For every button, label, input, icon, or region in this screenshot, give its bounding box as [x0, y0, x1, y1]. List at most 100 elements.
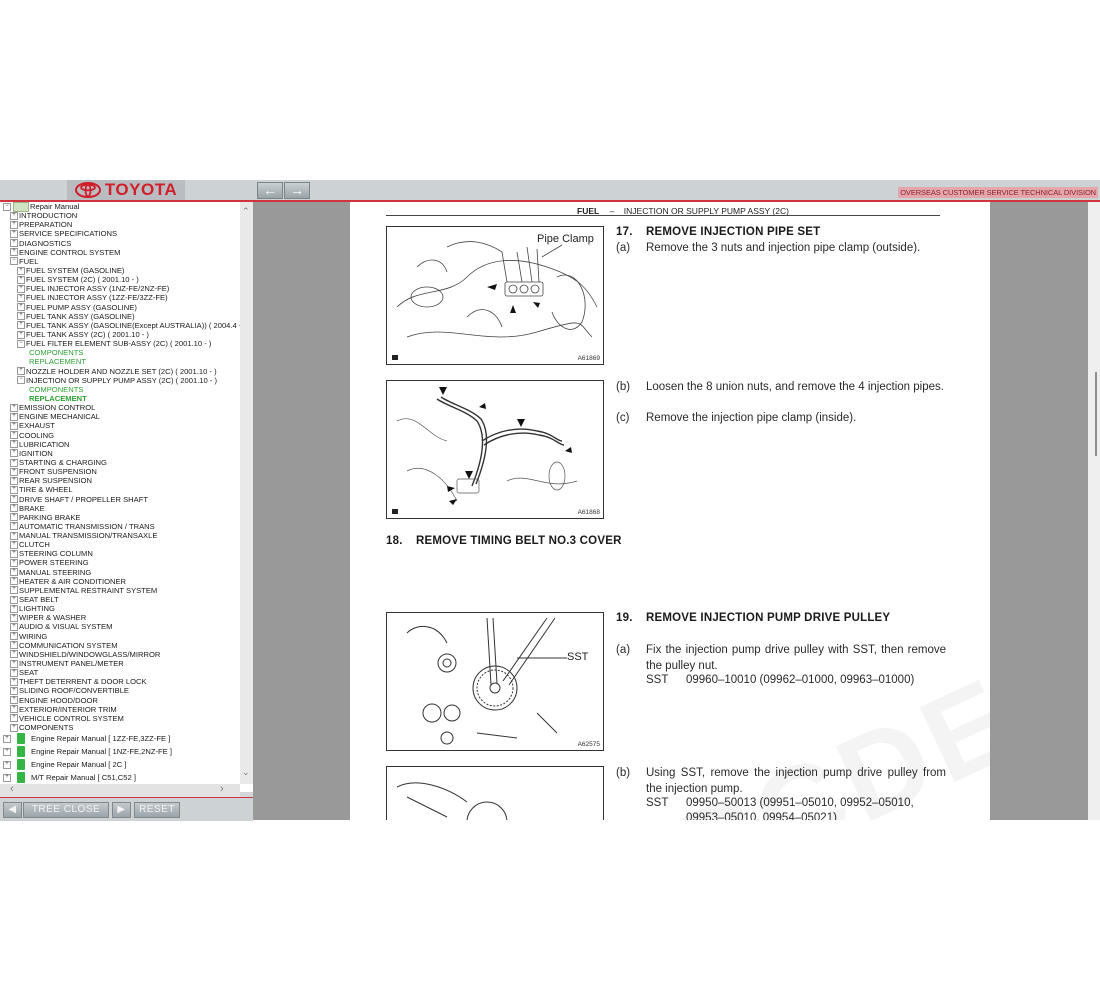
- tree-item[interactable]: + FUEL TANK ASSY (2C) ( 2001.10 - ): [0, 330, 240, 339]
- expand-icon[interactable]: +: [10, 559, 18, 568]
- manual-item[interactable]: + Engine Repair Manual [ 2C ]: [0, 758, 240, 771]
- expand-icon[interactable]: +: [10, 549, 18, 558]
- expand-icon[interactable]: +: [10, 705, 18, 714]
- expand-icon[interactable]: +: [17, 293, 25, 302]
- tree-item[interactable]: + LUBRICATION: [0, 440, 240, 449]
- tree-root[interactable]: − Repair Manual: [0, 202, 240, 212]
- tree-item[interactable]: + FUEL SYSTEM (2C) ( 2001.10 - ): [0, 275, 240, 284]
- tree-item[interactable]: + BRAKE: [0, 504, 240, 513]
- expand-icon[interactable]: +: [10, 513, 18, 522]
- collapse-icon[interactable]: −: [3, 202, 11, 211]
- tree-item[interactable]: + REAR SUSPENSION: [0, 476, 240, 485]
- expand-icon[interactable]: +: [17, 284, 25, 293]
- prev-button[interactable]: ◀: [3, 802, 22, 818]
- collapse-icon[interactable]: −: [17, 376, 25, 385]
- expand-icon[interactable]: +: [10, 531, 18, 540]
- expand-icon[interactable]: +: [10, 248, 18, 257]
- tree-item[interactable]: + DIAGNOSTICS: [0, 239, 240, 248]
- tree-item[interactable]: + ENGINE MECHANICAL: [0, 412, 240, 421]
- tree-item[interactable]: + WINDSHIELD/WINDOWGLASS/MIRROR: [0, 650, 240, 659]
- expand-icon[interactable]: +: [10, 229, 18, 238]
- expand-icon[interactable]: +: [10, 577, 18, 586]
- expand-icon[interactable]: +: [3, 734, 11, 743]
- tree-item[interactable]: + FRONT SUSPENSION: [0, 467, 240, 476]
- back-button[interactable]: ←: [257, 182, 283, 199]
- tree-item[interactable]: + MANUAL STEERING: [0, 568, 240, 577]
- expand-icon[interactable]: +: [10, 696, 18, 705]
- tree-item[interactable]: + FUEL INJECTOR ASSY (1ZZ-FE/3ZZ-FE): [0, 293, 240, 302]
- expand-icon[interactable]: +: [10, 650, 18, 659]
- tree-item[interactable]: + POWER STEERING: [0, 558, 240, 567]
- collapse-icon[interactable]: −: [10, 257, 18, 266]
- expand-icon[interactable]: +: [10, 659, 18, 668]
- expand-icon[interactable]: +: [3, 760, 11, 769]
- expand-icon[interactable]: +: [10, 595, 18, 604]
- tree-item[interactable]: + INSTRUMENT PANEL/METER: [0, 659, 240, 668]
- expand-icon[interactable]: +: [10, 613, 18, 622]
- tree-item[interactable]: + COMMUNICATION SYSTEM: [0, 641, 240, 650]
- tree-item[interactable]: + INTRODUCTION: [0, 211, 240, 220]
- tree-item[interactable]: + ENGINE HOOD/DOOR: [0, 696, 240, 705]
- tree-item[interactable]: + EXHAUST: [0, 421, 240, 430]
- tree-item[interactable]: − FUEL FILTER ELEMENT SUB-ASSY (2C) ( 200…: [0, 339, 240, 348]
- expand-icon[interactable]: +: [10, 687, 18, 696]
- tree-item[interactable]: + FUEL PUMP ASSY (GASOLINE): [0, 303, 240, 312]
- tree-item[interactable]: + PARKING BRAKE: [0, 513, 240, 522]
- expand-icon[interactable]: +: [10, 495, 18, 504]
- tree-item[interactable]: + EMISSION CONTROL: [0, 403, 240, 412]
- expand-icon[interactable]: +: [17, 275, 25, 284]
- tree-horizontal-scrollbar[interactable]: ‹ ›: [0, 783, 240, 797]
- expand-icon[interactable]: +: [17, 367, 25, 376]
- expand-icon[interactable]: +: [10, 668, 18, 677]
- page-scrollbar-thumb[interactable]: [1095, 372, 1097, 456]
- manual-item[interactable]: + M/T Repair Manual [ C51,C52 ]: [0, 771, 240, 784]
- tree-item[interactable]: + EXTERIOR/INTERIOR TRIM: [0, 705, 240, 714]
- expand-icon[interactable]: +: [17, 312, 25, 321]
- tree-item[interactable]: + IGNITION: [0, 449, 240, 458]
- forward-button[interactable]: →: [284, 182, 310, 199]
- tree-leaf-link[interactable]: COMPONENTS: [0, 348, 240, 357]
- scroll-left-icon[interactable]: ‹: [10, 783, 14, 795]
- tree-item[interactable]: + LIGHTING: [0, 604, 240, 613]
- expand-icon[interactable]: +: [10, 677, 18, 686]
- tree-item[interactable]: + MANUAL TRANSMISSION/TRANSAXLE: [0, 531, 240, 540]
- expand-icon[interactable]: +: [10, 540, 18, 549]
- expand-icon[interactable]: +: [10, 476, 18, 485]
- reset-button[interactable]: RESET: [134, 802, 180, 818]
- expand-icon[interactable]: +: [10, 504, 18, 513]
- expand-icon[interactable]: +: [17, 321, 25, 330]
- expand-icon[interactable]: +: [10, 239, 18, 248]
- tree-item[interactable]: + FUEL INJECTOR ASSY (1NZ-FE/2NZ-FE): [0, 284, 240, 293]
- tree-vertical-scrollbar[interactable]: ⌃ ⌄: [240, 202, 253, 784]
- tree-item[interactable]: + FUEL TANK ASSY (GASOLINE): [0, 312, 240, 321]
- tree-item[interactable]: + AUTOMATIC TRANSMISSION / TRANS: [0, 522, 240, 531]
- expand-icon[interactable]: +: [10, 467, 18, 476]
- expand-icon[interactable]: +: [10, 431, 18, 440]
- expand-icon[interactable]: +: [10, 458, 18, 467]
- expand-icon[interactable]: +: [10, 604, 18, 613]
- expand-icon[interactable]: +: [10, 522, 18, 531]
- tree-item[interactable]: + SLIDING ROOF/CONVERTIBLE: [0, 686, 240, 695]
- collapse-icon[interactable]: −: [17, 339, 25, 348]
- expand-icon[interactable]: +: [10, 211, 18, 220]
- tree-item[interactable]: − FUEL: [0, 257, 240, 266]
- tree-item[interactable]: + SEAT: [0, 668, 240, 677]
- expand-icon[interactable]: +: [3, 773, 11, 782]
- tree-item[interactable]: + SERVICE SPECIFICATIONS: [0, 229, 240, 238]
- expand-icon[interactable]: +: [17, 303, 25, 312]
- expand-icon[interactable]: +: [10, 421, 18, 430]
- expand-icon[interactable]: +: [10, 412, 18, 421]
- scroll-right-icon[interactable]: ›: [220, 783, 224, 795]
- manual-item[interactable]: + Engine Repair Manual [ 1ZZ-FE,3ZZ-FE ]: [0, 732, 240, 745]
- scroll-down-icon[interactable]: ⌄: [242, 767, 250, 778]
- tree-item[interactable]: + WIPER & WASHER: [0, 613, 240, 622]
- expand-icon[interactable]: +: [17, 266, 25, 275]
- tree-item[interactable]: + DRIVE SHAFT / PROPELLER SHAFT: [0, 495, 240, 504]
- manual-item[interactable]: + Engine Repair Manual [ 1NZ-FE,2NZ-FE ]: [0, 745, 240, 758]
- tree-item[interactable]: + CLUTCH: [0, 540, 240, 549]
- tree-item[interactable]: + COMPONENTS: [0, 723, 240, 732]
- tree-item[interactable]: + VEHICLE CONTROL SYSTEM: [0, 714, 240, 723]
- tree-item[interactable]: + THEFT DETERRENT & DOOR LOCK: [0, 677, 240, 686]
- tree-leaf-link[interactable]: COMPONENTS: [0, 385, 240, 394]
- expand-icon[interactable]: +: [10, 641, 18, 650]
